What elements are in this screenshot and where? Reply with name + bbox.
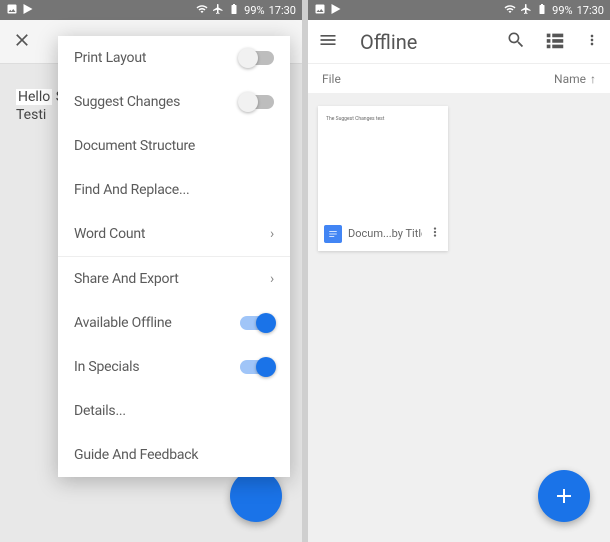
toggle-print-layout[interactable] <box>240 51 274 65</box>
play-icon <box>22 3 34 18</box>
fab-left[interactable] <box>230 470 282 522</box>
document-card[interactable]: The Suggest Changes test Docum...by Titl… <box>318 106 448 251</box>
menu-guide-feedback[interactable]: Guide And Feedback <box>58 433 290 477</box>
sort-control[interactable]: Name ↑ <box>554 72 596 86</box>
clock-time: 17:30 <box>269 4 296 17</box>
battery-icon <box>228 3 240 18</box>
left-pane: 99% 17:30 Hello Suggest Changes Testi Pr… <box>0 0 302 542</box>
options-menu: Print Layout Suggest Changes Document St… <box>58 36 290 477</box>
toggle-suggest-changes[interactable] <box>240 95 274 109</box>
toggle-available-offline[interactable] <box>240 316 274 330</box>
menu-available-offline[interactable]: Available Offline <box>58 301 290 345</box>
toggle-in-specials[interactable] <box>240 360 274 374</box>
wifi-icon <box>196 3 208 18</box>
menu-in-specials[interactable]: In Specials <box>58 345 290 389</box>
menu-word-count[interactable]: Word Count › <box>58 212 290 256</box>
clock-time: 17:30 <box>577 4 604 17</box>
wifi-icon <box>504 3 516 18</box>
arrow-up-icon: ↑ <box>590 72 596 86</box>
statusbar-right: 99% 17:30 <box>308 0 610 20</box>
image-icon <box>6 3 18 18</box>
menu-details[interactable]: Details... <box>58 389 290 433</box>
play-icon <box>330 3 342 18</box>
chevron-right-icon: › <box>270 271 274 287</box>
right-appbar: Offline <box>308 20 610 64</box>
page-title: Offline <box>360 30 417 54</box>
subbar-file-label: File <box>322 72 341 86</box>
menu-document-structure[interactable]: Document Structure <box>58 124 290 168</box>
fab-add[interactable] <box>538 470 590 522</box>
battery-icon <box>536 3 548 18</box>
image-icon <box>314 3 326 18</box>
menu-suggest-changes[interactable]: Suggest Changes <box>58 80 290 124</box>
right-subbar: File Name ↑ <box>308 64 610 94</box>
statusbar-left: 99% 17:30 <box>0 0 302 20</box>
right-pane: 99% 17:30 Offline File Name ↑ The Sugges… <box>308 0 610 542</box>
menu-share-export[interactable]: Share And Export › <box>58 257 290 301</box>
hamburger-icon[interactable] <box>318 30 338 54</box>
menu-find-replace[interactable]: Find And Replace... <box>58 168 290 212</box>
battery-percent: 99% <box>244 4 264 17</box>
document-caption: Docum...by Title <box>318 216 448 251</box>
plus-icon <box>552 484 576 508</box>
chevron-right-icon: › <box>270 226 274 242</box>
document-thumbnail: The Suggest Changes test <box>318 106 448 216</box>
document-name: Docum...by Title <box>348 227 422 240</box>
more-vert-icon[interactable] <box>428 224 442 243</box>
docs-icon <box>324 225 342 243</box>
battery-percent: 99% <box>552 4 572 17</box>
menu-print-layout[interactable]: Print Layout <box>58 36 290 80</box>
close-icon[interactable] <box>12 30 32 54</box>
list-view-icon[interactable] <box>544 29 566 55</box>
airplane-icon <box>212 3 224 18</box>
sort-label: Name <box>554 72 586 86</box>
airplane-icon <box>520 3 532 18</box>
more-vert-icon[interactable] <box>584 32 600 52</box>
search-icon[interactable] <box>506 30 526 54</box>
